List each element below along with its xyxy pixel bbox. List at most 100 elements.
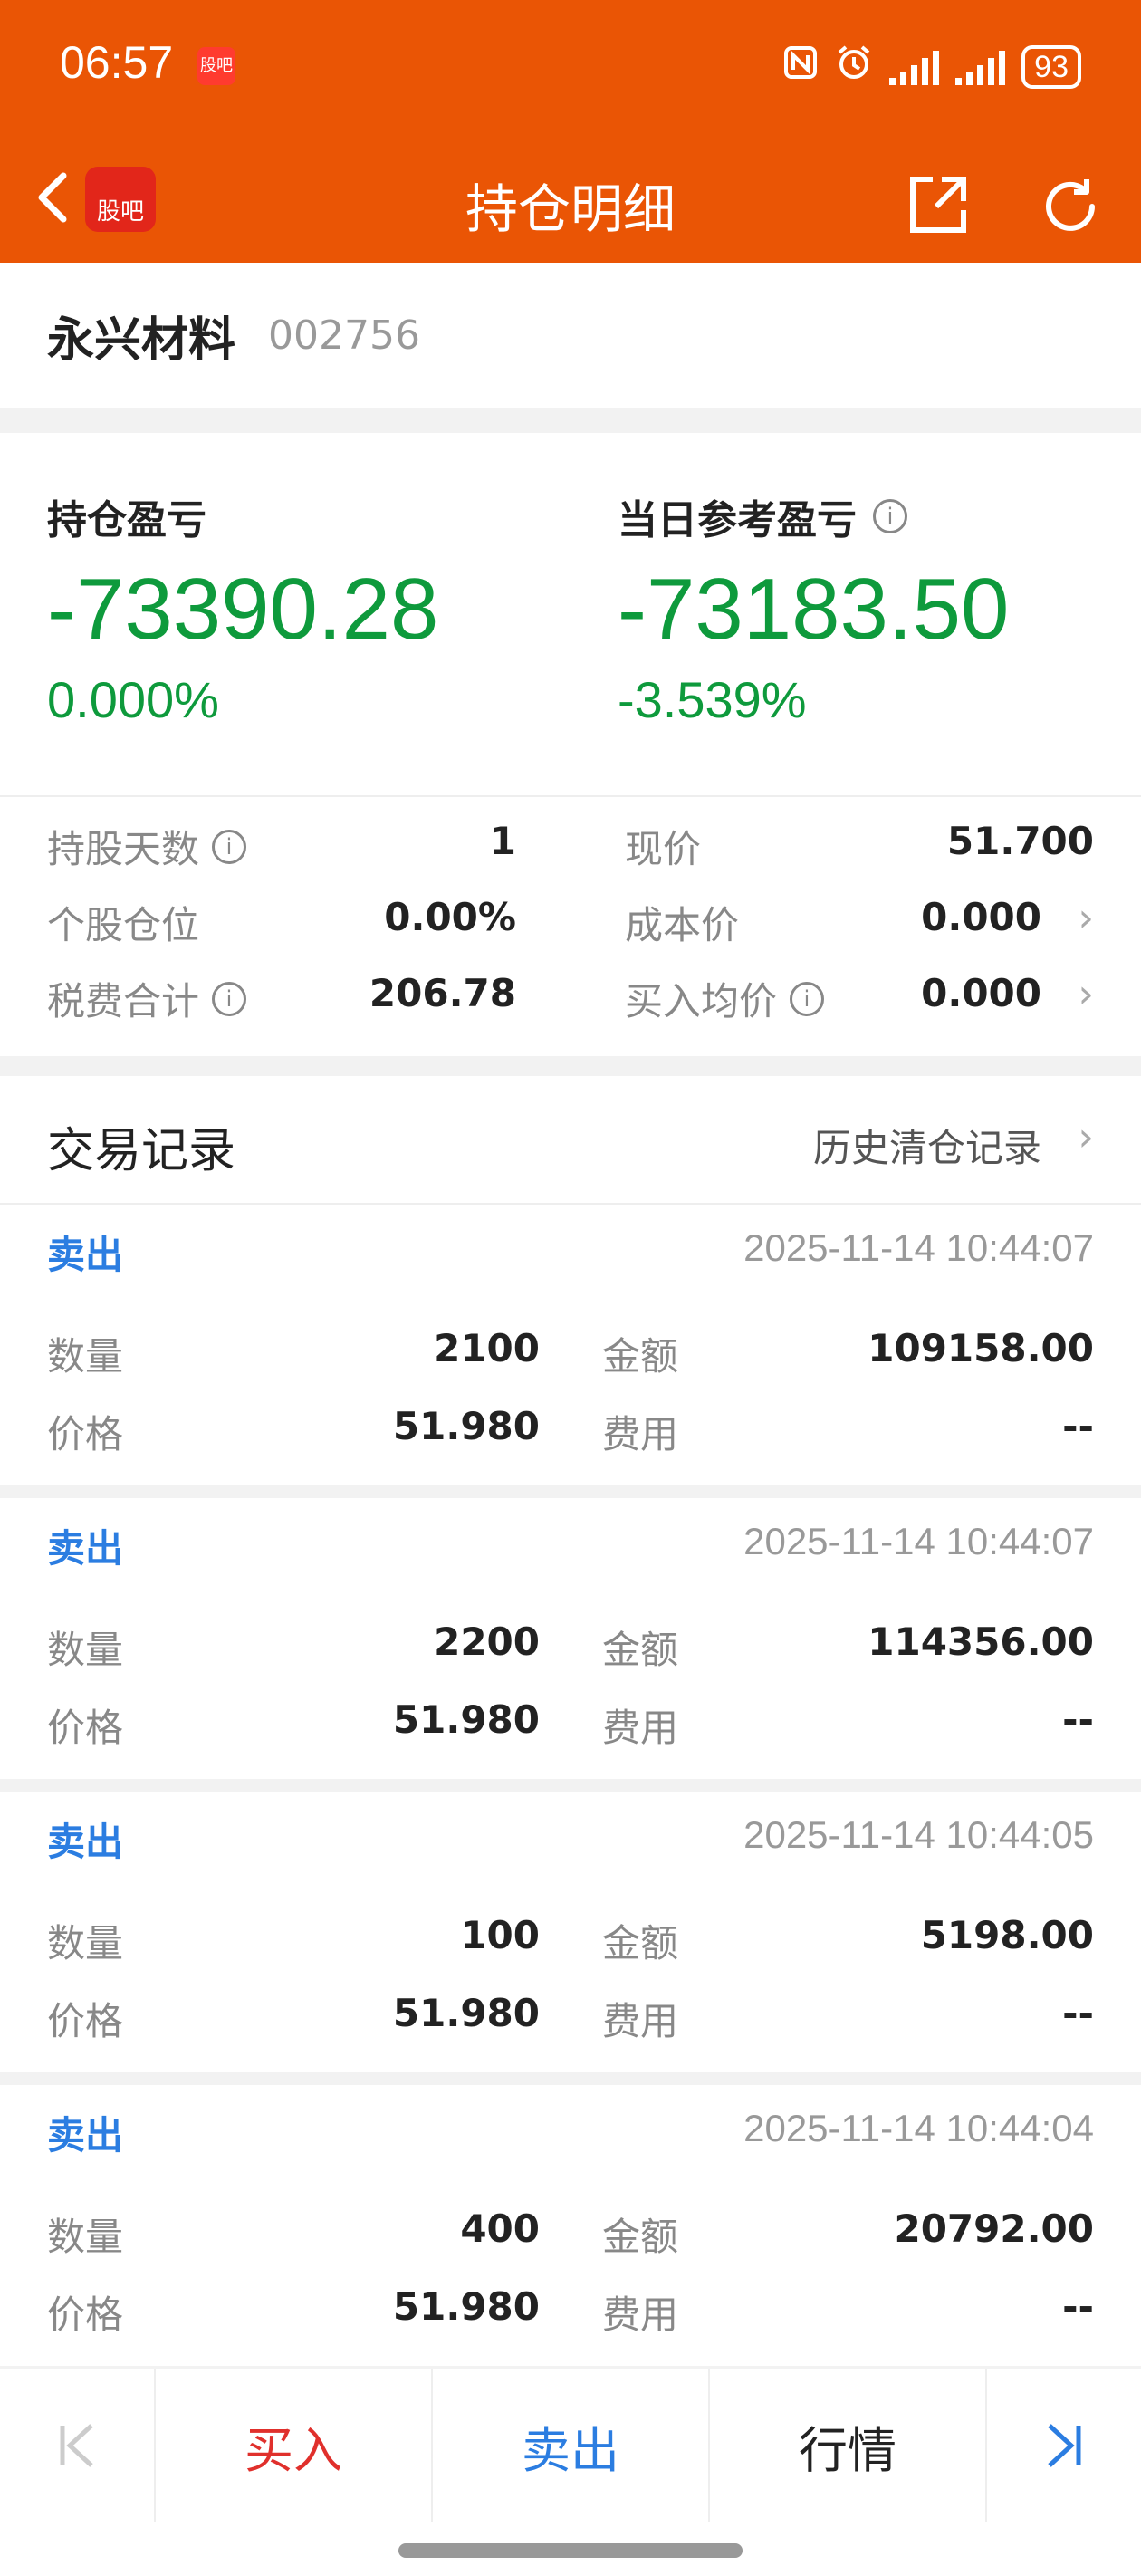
trade-record[interactable]: 卖出 2025-11-14 10:44:04 数量 400 金额 20792.0… [0, 2085, 1141, 2366]
daily-pnl: 当日参考盈亏 i -73183.50 -3.539% [618, 487, 1009, 729]
trade-time: 2025-11-14 10:44:04 [743, 2107, 1094, 2149]
price-value: 51.980 [392, 2284, 540, 2329]
qty-label: 数量 [47, 1334, 124, 1379]
fee-label: 费用 [602, 2292, 679, 2337]
trade-record[interactable]: 卖出 2025-11-14 10:44:07 数量 2100 金额 109158… [0, 1205, 1141, 1485]
bottom-toolbar: 买入 卖出 行情 [0, 2369, 1141, 2576]
trade-type: 卖出 [47, 1526, 124, 1571]
price-value: 51.980 [392, 1991, 540, 2035]
position-pnl-value: -73390.28 [47, 561, 439, 658]
nfc-icon [782, 44, 819, 89]
status-time: 06:57 [60, 37, 174, 88]
position-pnl-label: 持仓盈亏 [47, 497, 206, 543]
stock-header: 永兴材料 002756 [0, 263, 1141, 408]
daily-pnl-value: -73183.50 [618, 561, 1010, 658]
fee-value: -- [1062, 1404, 1094, 1448]
status-icons: 93 [782, 43, 1081, 90]
trade-records-title: 交易记录 [47, 1124, 236, 1178]
trade-type: 卖出 [47, 1820, 124, 1864]
qty-label: 数量 [47, 1628, 124, 1672]
trade-record[interactable]: 卖出 2025-11-14 10:44:07 数量 2200 金额 114356… [0, 1498, 1141, 1779]
fee-value: -- [1062, 1991, 1094, 2035]
qty-label: 数量 [47, 2215, 124, 2259]
chevron-right-icon[interactable]: › [1078, 895, 1094, 941]
stats-row[interactable]: 税费合计 i 206.78 买入均价 i 0.000 › [0, 971, 1141, 1047]
chevron-right-icon[interactable]: › [1078, 1114, 1094, 1160]
price-value: 51.980 [392, 1404, 540, 1448]
stock-code: 002756 [268, 312, 420, 359]
amount-label: 金额 [602, 1921, 679, 1966]
buy-button[interactable]: 买入 [156, 2369, 433, 2522]
fee-value: -- [1062, 1697, 1094, 1742]
stats-row[interactable]: 个股仓位 0.00% 成本价 0.000 › [0, 895, 1141, 971]
position-stats: 持股天数 i 1 现价 51.700 个股仓位 0.00% 成本价 0.000 ›… [0, 795, 1141, 1056]
history-link[interactable]: 历史清仓记录 [813, 1118, 1041, 1173]
daily-pnl-pct: -3.539% [618, 671, 807, 728]
current-price-label: 现价 [625, 827, 702, 871]
fee-label: 费用 [602, 1412, 679, 1456]
cost-price-label: 成本价 [625, 903, 740, 947]
qty-value: 2100 [434, 1326, 540, 1370]
share-icon[interactable] [906, 172, 971, 237]
price-label: 价格 [47, 1412, 124, 1456]
skip-back-icon [60, 2424, 93, 2467]
nav-bar: 股吧 持仓明细 [0, 136, 1141, 263]
sell-button[interactable]: 卖出 [433, 2369, 710, 2522]
amount-label: 金额 [602, 1334, 679, 1379]
position-pnl-pct: 0.000% [47, 671, 219, 728]
last-page-button[interactable] [987, 2369, 1141, 2522]
fees-value: 206.78 [369, 971, 516, 1015]
cost-price-value: 0.000 [921, 895, 1041, 939]
signal-icon-2 [955, 49, 1006, 85]
current-price-value: 51.700 [946, 819, 1094, 863]
quote-button[interactable]: 行情 [710, 2369, 987, 2522]
price-label: 价格 [47, 2292, 124, 2337]
qty-label: 数量 [47, 1921, 124, 1966]
refresh-icon[interactable] [1036, 172, 1105, 241]
info-icon[interactable]: i [212, 829, 247, 864]
amount-value: 114356.00 [868, 1620, 1094, 1664]
amount-value: 5198.00 [920, 1913, 1094, 1957]
price-label: 价格 [47, 1706, 124, 1750]
avg-buy-value: 0.000 [921, 971, 1041, 1015]
qty-value: 400 [460, 2206, 540, 2251]
trade-records-list: 卖出 2025-11-14 10:44:07 数量 2100 金额 109158… [0, 1205, 1141, 2366]
position-pnl: 持仓盈亏 -73390.28 0.000% [47, 487, 438, 729]
stock-name: 永兴材料 [47, 312, 236, 368]
fee-label: 费用 [602, 1706, 679, 1750]
alarm-icon [835, 43, 873, 90]
home-indicator [398, 2543, 743, 2558]
trade-time: 2025-11-14 10:44:05 [743, 1813, 1094, 1856]
trade-type: 卖出 [47, 1233, 124, 1277]
info-icon[interactable]: i [790, 981, 825, 1016]
daily-pnl-label: 当日参考盈亏 [618, 497, 857, 543]
trade-time: 2025-11-14 10:44:07 [743, 1226, 1094, 1269]
amount-label: 金额 [602, 2215, 679, 2259]
info-icon[interactable]: i [873, 499, 907, 533]
price-label: 价格 [47, 1999, 124, 2043]
battery-icon: 93 [1021, 44, 1081, 89]
amount-label: 金额 [602, 1628, 679, 1672]
info-icon[interactable]: i [212, 981, 247, 1016]
position-ratio-label: 个股仓位 [47, 903, 200, 947]
qty-value: 100 [460, 1913, 540, 1957]
price-value: 51.980 [392, 1697, 540, 1742]
fee-label: 费用 [602, 1999, 679, 2043]
stats-row: 持股天数 i 1 现价 51.700 [0, 819, 1141, 895]
qty-value: 2200 [434, 1620, 540, 1664]
avg-buy-label: 买入均价 [625, 979, 778, 1024]
trade-time: 2025-11-14 10:44:07 [743, 1520, 1094, 1562]
first-page-button[interactable] [0, 2369, 156, 2522]
hold-days-label: 持股天数 [47, 827, 200, 871]
amount-value: 20792.00 [894, 2206, 1094, 2251]
pnl-summary: 持仓盈亏 -73390.28 0.000% 当日参考盈亏 i -73183.50 … [0, 433, 1141, 795]
chevron-right-icon[interactable]: › [1078, 971, 1094, 1017]
skip-forward-icon [1048, 2424, 1081, 2467]
trade-record[interactable]: 卖出 2025-11-14 10:44:05 数量 100 金额 5198.00… [0, 1792, 1141, 2072]
fee-value: -- [1062, 2284, 1094, 2329]
trade-type: 卖出 [47, 2113, 124, 2158]
trade-records-header: 交易记录 历史清仓记录 › [0, 1076, 1141, 1205]
position-ratio-value: 0.00% [384, 895, 516, 939]
signal-icon-1 [889, 49, 940, 85]
amount-value: 109158.00 [868, 1326, 1094, 1370]
